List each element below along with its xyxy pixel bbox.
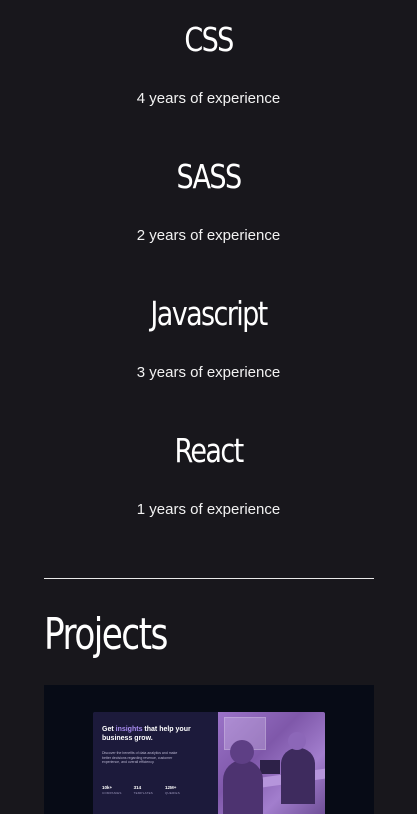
skill-name: SASS bbox=[176, 157, 243, 196]
photo-person-head bbox=[230, 740, 254, 764]
skill-experience: 4 years of experience bbox=[136, 90, 281, 107]
projects-heading: Projects bbox=[44, 609, 168, 660]
headline-accent: insights bbox=[115, 726, 143, 733]
section-divider bbox=[44, 578, 374, 579]
skill-item-react: React 1 years of experience bbox=[0, 431, 417, 520]
photo-person-body bbox=[223, 760, 263, 814]
skill-name: React bbox=[174, 431, 244, 470]
stat-companies: 10k+ COMPANIES bbox=[102, 785, 122, 795]
project-preview-image[interactable]: Get insights that help your business gro… bbox=[93, 712, 325, 814]
photo-person-body bbox=[281, 748, 315, 804]
skill-experience: 1 years of experience bbox=[136, 501, 281, 518]
skill-experience: 3 years of experience bbox=[136, 364, 281, 381]
photo-person-head bbox=[288, 732, 306, 750]
preview-headline: Get insights that help your business gro… bbox=[102, 725, 202, 743]
stat-label: TEMPLATES bbox=[133, 791, 154, 795]
photo-monitor bbox=[260, 760, 280, 774]
stat-label: QUERIES bbox=[165, 791, 180, 795]
skill-item-css: CSS 4 years of experience bbox=[0, 20, 417, 109]
skill-item-javascript: Javascript 3 years of experience bbox=[0, 294, 417, 383]
preview-stats: 10k+ COMPANIES 314 TEMPLATES 12M+ QUERIE… bbox=[102, 785, 180, 795]
preview-description: Discover the benefits of data analytics … bbox=[102, 751, 178, 764]
stat-label: COMPANIES bbox=[102, 791, 122, 795]
preview-hero-text: Get insights that help your business gro… bbox=[93, 712, 218, 814]
skill-experience: 2 years of experience bbox=[136, 227, 281, 244]
stat-templates: 314 TEMPLATES bbox=[134, 785, 153, 795]
project-card[interactable]: Get insights that help your business gro… bbox=[44, 685, 374, 814]
stat-queries: 12M+ QUERIES bbox=[165, 785, 180, 795]
skill-name: Javascript bbox=[150, 294, 268, 333]
skill-item-sass: SASS 2 years of experience bbox=[0, 157, 417, 246]
headline-pre: Get bbox=[102, 726, 116, 733]
skill-name: CSS bbox=[184, 20, 234, 59]
preview-office-photo bbox=[218, 712, 325, 814]
